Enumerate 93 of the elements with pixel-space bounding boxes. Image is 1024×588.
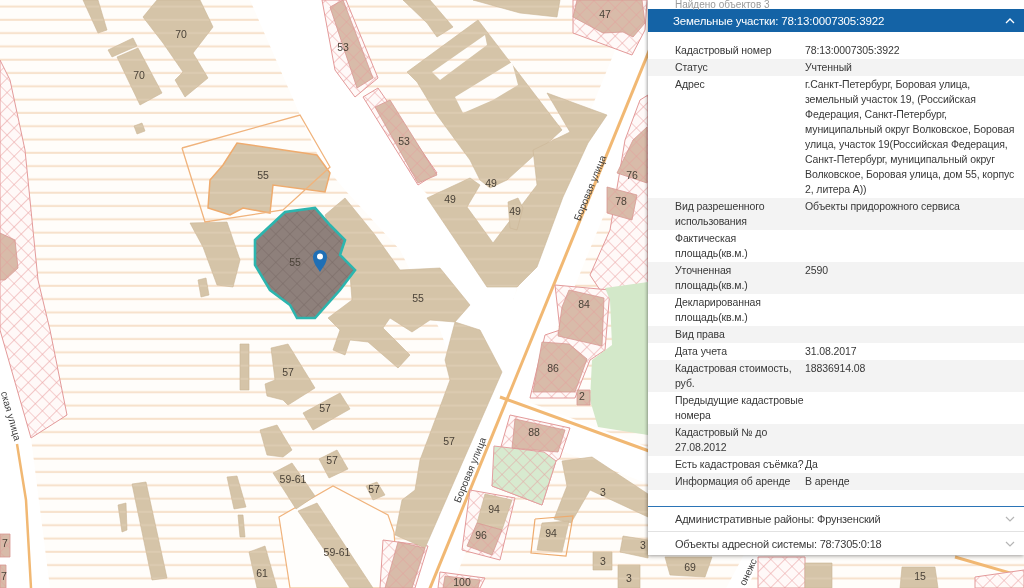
field-label: Уточненная площадь(кв.м.) bbox=[675, 263, 749, 293]
field-label: Адрес bbox=[675, 77, 706, 92]
chevron-down-icon bbox=[1005, 516, 1015, 522]
house-number: 57 bbox=[319, 402, 331, 414]
building bbox=[0, 232, 19, 281]
field-value: 78:13:0007305:3922 bbox=[805, 43, 901, 58]
building bbox=[117, 502, 128, 533]
building bbox=[899, 566, 939, 588]
house-number: 70 bbox=[175, 28, 187, 40]
chevron-up-icon bbox=[1005, 17, 1015, 24]
field-label: Фактическая площадь(кв.м.) bbox=[675, 231, 749, 261]
field-value: Объекты придорожного сервиса bbox=[805, 199, 961, 214]
building bbox=[804, 562, 833, 588]
house-number: 49 bbox=[485, 177, 497, 189]
section-header[interactable]: Административные районы: Фрунзенский bbox=[648, 507, 1024, 531]
parcel-outline bbox=[530, 515, 574, 557]
house-number: 57 bbox=[443, 435, 455, 447]
section-header[interactable]: Земельные участки: 78:13:0007305:3922 bbox=[648, 9, 1024, 32]
field-value: В аренде bbox=[805, 474, 851, 489]
field-label: Вид разрешенного использования bbox=[675, 199, 766, 229]
house-number: 7 bbox=[2, 537, 8, 549]
house-number: 3 bbox=[600, 555, 606, 567]
house-number: 76 bbox=[626, 169, 638, 181]
location-pin-icon bbox=[313, 250, 327, 272]
building bbox=[0, 533, 11, 558]
house-number: 94 bbox=[488, 503, 500, 515]
building bbox=[133, 122, 146, 135]
house-number: 3 bbox=[600, 486, 606, 498]
building bbox=[619, 535, 649, 559]
land-parcel bbox=[974, 569, 1024, 588]
street-name: онежс bbox=[737, 556, 759, 588]
building bbox=[442, 575, 481, 588]
house-number: 53 bbox=[398, 135, 410, 147]
field-value: 2590 bbox=[805, 263, 829, 278]
chevron-down-icon bbox=[1005, 540, 1015, 547]
field-value: Да bbox=[805, 457, 819, 472]
field-label: Информация об аренде bbox=[675, 474, 792, 489]
section-header[interactable]: Объекты адресной системы: 78:7305:0:18 bbox=[648, 531, 1024, 555]
field-label: Есть кадастровая съёмка? bbox=[675, 457, 805, 472]
building bbox=[511, 418, 566, 453]
building bbox=[617, 564, 641, 588]
house-number: 88 bbox=[528, 426, 540, 438]
house-number: 57 bbox=[282, 366, 294, 378]
building bbox=[259, 424, 293, 458]
house-number: 70 bbox=[133, 69, 145, 81]
house-number: 3 bbox=[640, 539, 646, 551]
house-number: 61 bbox=[256, 567, 268, 579]
house-number: 57 bbox=[326, 454, 338, 466]
field-label: Вид права bbox=[675, 327, 726, 342]
house-number: 78 bbox=[615, 195, 627, 207]
field-value: Учтенный bbox=[805, 60, 853, 75]
building bbox=[318, 449, 349, 479]
field-value: 31.08.2017 bbox=[805, 344, 858, 359]
house-number: 100 bbox=[453, 576, 471, 588]
house-number: 3 bbox=[626, 572, 632, 584]
house-number: 86 bbox=[547, 362, 559, 374]
house-number: 49 bbox=[444, 193, 456, 205]
house-number: 55 bbox=[412, 292, 424, 304]
courtyard bbox=[455, 62, 518, 113]
field-value: 18836914.08 bbox=[805, 361, 867, 376]
house-number: 55 bbox=[289, 256, 301, 268]
building bbox=[0, 564, 7, 588]
house-number: 15 bbox=[914, 570, 926, 582]
house-number: 47 bbox=[599, 8, 611, 20]
house-number: 53 bbox=[337, 41, 349, 53]
field-label: Статус bbox=[675, 60, 709, 75]
house-number: 84 bbox=[578, 298, 590, 310]
house-number: 94 bbox=[545, 527, 557, 539]
building bbox=[226, 475, 247, 510]
house-number: 7 bbox=[1, 570, 7, 582]
field-label: Кадастровая стоимость, руб. bbox=[675, 361, 793, 391]
field-label: Кадастровый № до 27.08.2012 bbox=[675, 425, 769, 455]
field-label: Декларированная площадь(кв.м.) bbox=[675, 295, 762, 325]
house-number: 59-61 bbox=[323, 546, 351, 558]
house-number: 55 bbox=[257, 169, 269, 181]
courtyard bbox=[432, 35, 487, 80]
building bbox=[592, 551, 613, 571]
house-number: 2 bbox=[579, 390, 585, 402]
field-label: Предыдущие кадастровые номера bbox=[675, 393, 805, 423]
house-number: 96 bbox=[475, 529, 487, 541]
street-name: ская улица bbox=[0, 390, 24, 442]
park-area bbox=[491, 445, 557, 506]
building bbox=[237, 514, 246, 538]
results-count: Найдено объектов 3 bbox=[674, 0, 771, 9]
field-label: Дата учета bbox=[675, 344, 728, 359]
field-label: Кадастровый номер bbox=[675, 43, 773, 58]
house-number: 69 bbox=[684, 561, 696, 573]
house-number: 57 bbox=[368, 483, 380, 495]
house-number: 49 bbox=[509, 205, 521, 217]
building bbox=[239, 343, 250, 391]
house-number: 59-61 bbox=[279, 473, 307, 485]
field-value: г.Санкт-Петербург, Боровая улица, земельный участок 19, (Российская Федерация, Санкт-Петербург, муниципальный округ Волковское, Боровая улица, участок 19(Российская Федерация, Санкт-Петербург, муниципальный округ Волковское, Боровая улица, дом 55, корпус 2, литера А)) bbox=[805, 77, 1016, 197]
building bbox=[82, 0, 108, 34]
